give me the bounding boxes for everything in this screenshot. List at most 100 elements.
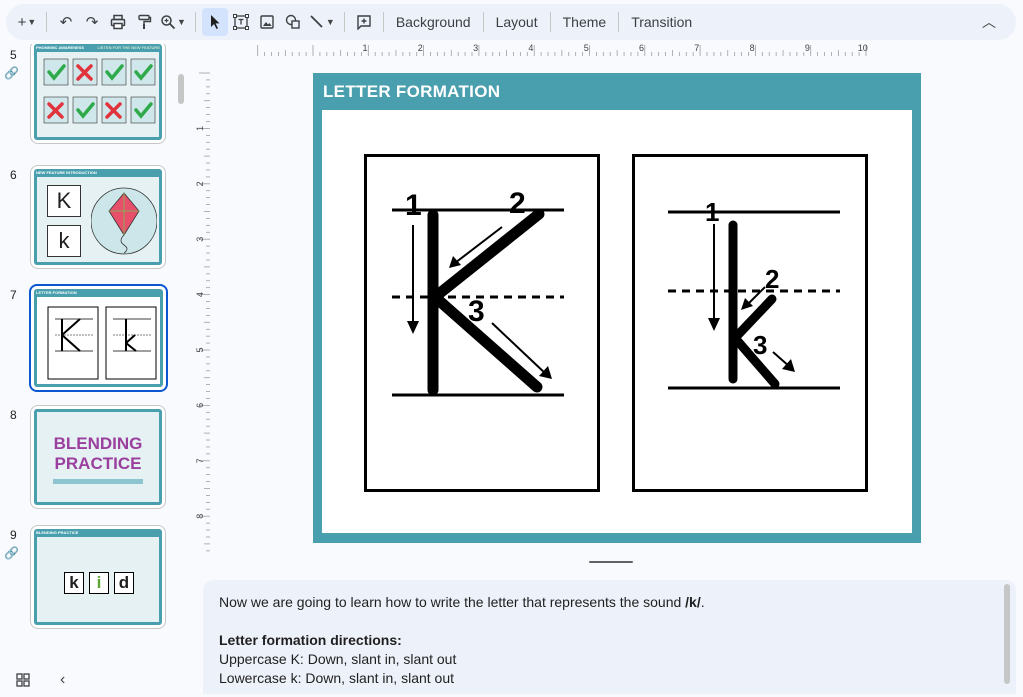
notes-heading: Letter formation directions: [219, 632, 402, 648]
toolbar-divider [618, 12, 620, 32]
slide-thumbnail-selected[interactable]: LETTER FORMATION [29, 284, 168, 392]
check-grid-icon [43, 58, 156, 124]
shape-icon [285, 14, 300, 29]
paint-format-button[interactable] [131, 8, 157, 36]
thumb-card [37, 297, 160, 384]
theme-button[interactable]: Theme [557, 8, 613, 36]
toolbar-divider [343, 12, 345, 32]
ruler-label: 4 [196, 292, 205, 297]
toolbar-divider [382, 12, 384, 32]
textbox-tool-button[interactable] [228, 8, 254, 36]
ruler-label: 5 [196, 347, 205, 352]
toolbar-divider [482, 12, 484, 32]
undo-icon: ↶ [59, 14, 73, 31]
slide-thumbnail[interactable]: NEW FEATURE INTRODUCTION K k [30, 165, 166, 269]
ruler-label: 4 [528, 43, 533, 53]
add-comment-icon [357, 15, 371, 30]
step-3-label: 3 [468, 295, 485, 328]
shape-tool-button[interactable] [280, 8, 306, 36]
thumb-card: k i d [37, 537, 159, 622]
slide-title[interactable]: LETTER FORMATION [323, 82, 500, 102]
ruler-label: 6 [639, 43, 644, 53]
toolbar-divider [549, 12, 551, 32]
kite-icon [91, 187, 157, 255]
slide-number: 9 [10, 528, 17, 542]
add-comment-button[interactable] [351, 8, 377, 36]
new-slide-button[interactable]: + ▼ [14, 8, 40, 36]
chevron-left-icon: ‹ [60, 671, 66, 688]
ruler-label: 1 [196, 126, 205, 131]
image-tool-button[interactable] [254, 8, 280, 36]
thumb-background: BLENDING PRACTICE [34, 409, 162, 505]
notes-text: Now we are going to learn how to write t… [219, 594, 686, 610]
ruler-label: 6 [196, 403, 205, 408]
lowercase-k-card[interactable]: 1 2 3 [632, 154, 868, 492]
thumb-line-1: BLENDING [53, 434, 143, 453]
chevron-down-icon: ▼ [27, 17, 37, 27]
speaker-notes[interactable]: Now we are going to learn how to write t… [203, 580, 1016, 694]
thumb-background: PHONEMIC AWARENESS LISTEN FOR THE NEW FE… [34, 44, 162, 140]
redo-button[interactable]: ↷ [79, 8, 105, 36]
collapse-toolbar-button[interactable]: ︿ [982, 12, 1008, 32]
slide-number: 7 [10, 288, 17, 302]
collapse-filmstrip-button[interactable]: ‹ [60, 671, 65, 689]
thumb-letter-lower: k [47, 225, 81, 257]
step-2-label: 2 [765, 264, 779, 294]
step-3-label: 3 [753, 330, 767, 360]
thumb-letter-upper: K [47, 185, 81, 217]
thumb-title: PHONEMIC AWARENESS [36, 45, 85, 50]
ruler-label: 9 [805, 43, 810, 53]
thumb-background: BLENDING PRACTICE k i d [34, 529, 162, 625]
filmstrip-slide-5[interactable]: 5 🔗 PHONEMIC AWARENESS LISTEN FOR THE NE… [0, 44, 172, 164]
ruler-label: 7 [694, 43, 699, 53]
uppercase-k-card[interactable]: 1 2 3 [364, 154, 600, 492]
chevron-down-icon: ▼ [325, 17, 335, 27]
cursor-icon [210, 15, 220, 29]
step-1-label: 1 [705, 197, 719, 227]
filmstrip-slide-6[interactable]: 6 NEW FEATURE INTRODUCTION K k [0, 164, 172, 284]
slide-canvas[interactable]: LETTER FORMATION 1 2 3 1 2 3 [313, 73, 921, 543]
undo-button[interactable]: ↶ [53, 8, 79, 36]
chevron-up-icon: ︿ [982, 14, 996, 30]
line-tool-button[interactable]: ▼ [306, 8, 338, 36]
link-icon: 🔗 [4, 546, 19, 560]
filmstrip-footer: ‹ [0, 668, 200, 697]
chevron-down-icon: ▼ [177, 17, 186, 27]
filmstrip-slide-9[interactable]: 9 🔗 BLENDING PRACTICE k i d [0, 524, 172, 644]
background-button[interactable]: Background [390, 8, 477, 36]
filmstrip-scrollbar[interactable] [178, 74, 184, 104]
lowercase-k-diagram: 1 2 3 [668, 197, 840, 390]
toolbar-divider [194, 12, 196, 32]
grid-view-button[interactable] [16, 673, 30, 690]
ruler-label: 2 [418, 43, 423, 53]
transition-button[interactable]: Transition [625, 8, 698, 36]
thumb-background: LETTER FORMATION [34, 289, 163, 387]
slide-thumbnail[interactable]: BLENDING PRACTICE [30, 405, 166, 509]
ruler-label: 8 [196, 514, 205, 519]
filmstrip-slide-8[interactable]: 8 BLENDING PRACTICE [0, 404, 172, 524]
notes-line-1: Now we are going to learn how to write t… [219, 593, 1000, 612]
slide-number: 8 [10, 408, 17, 422]
layout-button[interactable]: Layout [490, 8, 544, 36]
zoom-button[interactable]: ▼ [157, 8, 189, 36]
print-button[interactable] [105, 8, 131, 36]
thumb-title: LETTER FORMATION [36, 290, 77, 295]
filmstrip-slide-7[interactable]: 7 LETTER FORMATION [0, 284, 172, 404]
slide-number: 5 [10, 48, 17, 62]
select-tool-button[interactable] [201, 8, 228, 36]
thumb-line-2: PRACTICE [54, 454, 142, 473]
thumb-title: BLENDING PRACTICE [36, 530, 79, 535]
line-icon [310, 15, 323, 28]
slide-number: 6 [10, 168, 17, 182]
ruler-label: 8 [750, 43, 755, 53]
slide-thumbnail[interactable]: BLENDING PRACTICE k i d [30, 525, 166, 629]
ruler-label: 1 [362, 43, 367, 53]
notes-resize-handle[interactable] [589, 561, 633, 563]
ruler-label: 3 [473, 43, 478, 53]
slide-thumbnail[interactable]: PHONEMIC AWARENESS LISTEN FOR THE NEW FE… [30, 44, 166, 144]
thumb-title: NEW FEATURE INTRODUCTION [36, 170, 97, 175]
redo-icon: ↷ [85, 14, 99, 31]
notes-scrollbar[interactable] [1004, 584, 1010, 684]
ruler-label: 7 [196, 458, 205, 463]
ruler-label: 3 [196, 237, 205, 242]
